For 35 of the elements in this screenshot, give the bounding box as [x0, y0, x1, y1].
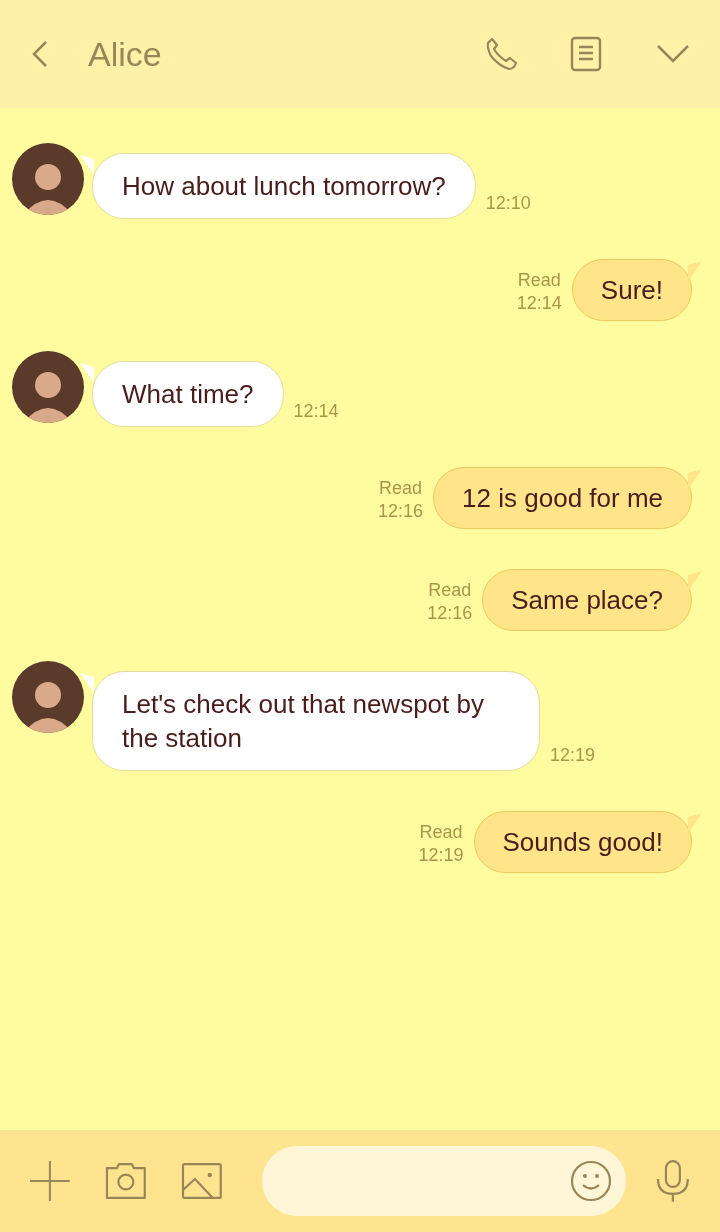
plus-icon[interactable] — [30, 1161, 70, 1201]
timestamp: 12:19 — [418, 844, 464, 867]
message-bubble: Sure! — [571, 259, 692, 321]
bubble-tail — [80, 671, 94, 693]
timestamp: 12:14 — [516, 292, 562, 315]
message-bubble: Let's check out that newspot by the station — [92, 671, 540, 771]
read-receipt: Read — [517, 269, 561, 292]
timestamp: 12:14 — [293, 400, 339, 423]
bubble-tail — [688, 569, 702, 591]
phone-icon[interactable] — [484, 36, 520, 72]
bubble-tail — [688, 259, 702, 281]
timestamp: 12:16 — [378, 500, 424, 523]
message-bubble: Same place? — [482, 569, 692, 631]
back-icon[interactable] — [30, 40, 50, 68]
image-icon[interactable] — [180, 1162, 223, 1200]
microphone-icon[interactable] — [656, 1159, 690, 1203]
message-bubble: What time? — [92, 361, 284, 427]
camera-icon[interactable] — [104, 1162, 147, 1200]
chevron-down-icon[interactable] — [656, 44, 690, 64]
bubble-tail — [688, 811, 702, 833]
timestamp: 12:16 — [427, 602, 473, 625]
emoji-icon[interactable] — [570, 1160, 613, 1202]
timestamp: 12:10 — [485, 192, 531, 215]
chat-title: Alice — [88, 33, 163, 75]
notes-icon[interactable] — [570, 36, 602, 72]
message-bubble: 12 is good for me — [433, 467, 692, 529]
timestamp: 12:19 — [550, 744, 596, 767]
message-bubble: How about lunch tomorrow? — [92, 153, 476, 219]
bubble-tail — [80, 361, 94, 383]
message-bubble: Sounds good! — [473, 811, 692, 873]
bubble-tail — [688, 467, 702, 489]
read-receipt: Read — [379, 477, 423, 500]
read-receipt: Read — [419, 821, 463, 844]
read-receipt: Read — [428, 579, 472, 602]
bubble-tail — [80, 153, 94, 175]
